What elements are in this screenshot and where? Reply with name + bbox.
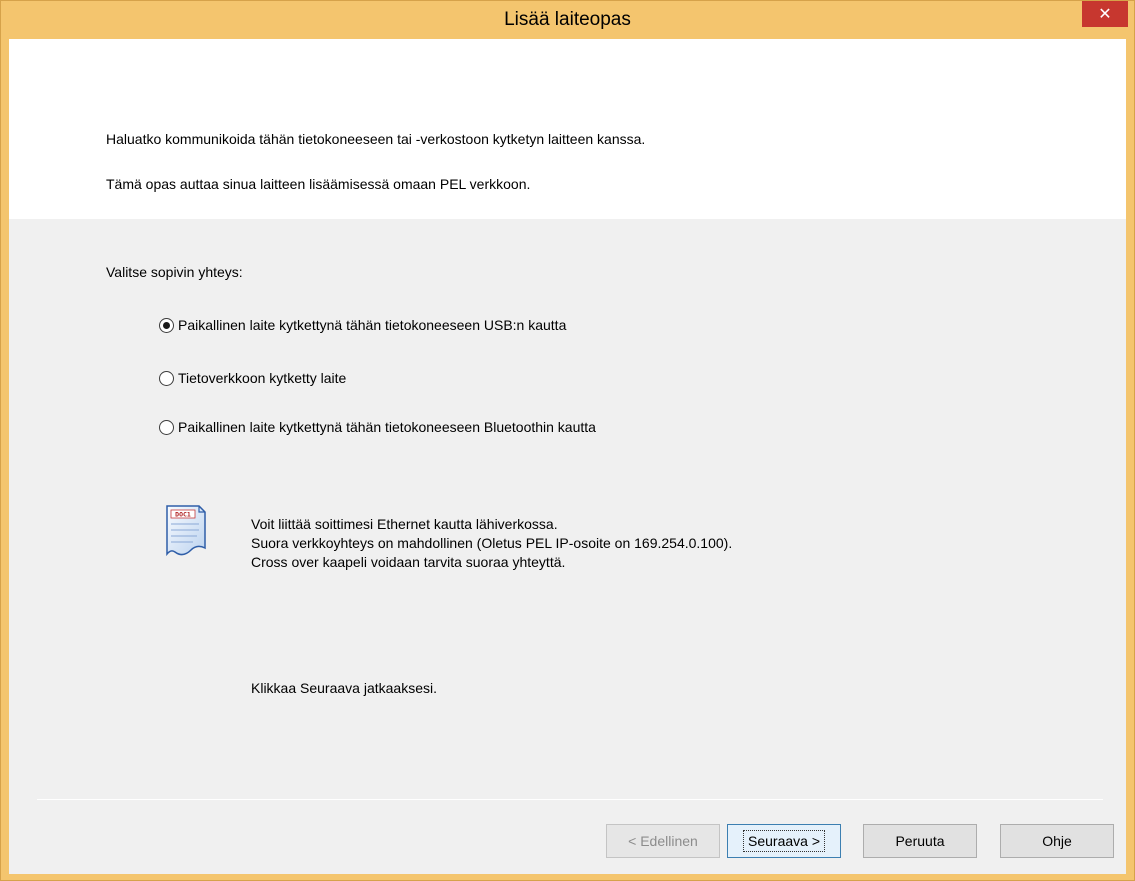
radio-label-network[interactable]: Tietoverkkoon kytketty laite [178,370,346,386]
cancel-button-label: Peruuta [895,833,945,849]
next-instruction: Klikkaa Seuraava jatkaaksesi. [251,680,437,696]
info-line-3: Cross over kaapeli voidaan tarvita suora… [251,554,566,570]
help-button[interactable]: Ohje [1000,824,1114,858]
info-line-2: Suora verkkoyhteys on mahdollinen (Oletu… [251,535,733,551]
help-button-label: Ohje [1042,833,1072,849]
back-button[interactable]: < Edellinen [606,824,720,858]
radio-option-bluetooth[interactable]: Paikallinen laite kytkettynä tähän tieto… [159,419,596,435]
header-panel: Haluatko kommunikoida tähän tietokoneese… [9,39,1126,219]
radio-option-network[interactable]: Tietoverkkoon kytketty laite [159,370,346,386]
close-button[interactable]: ✕ [1082,1,1128,27]
back-button-label: < Edellinen [628,833,698,849]
info-line-1: Voit liittää soittimesi Ethernet kautta … [251,516,558,532]
dialog-body: Haluatko kommunikoida tähän tietokoneese… [9,39,1126,874]
radio-button-network[interactable] [159,370,174,386]
next-button-label: Seuraava > [743,830,825,852]
radio-button-usb[interactable] [159,317,174,333]
radio-button-bluetooth[interactable] [159,419,174,435]
radio-label-usb[interactable]: Paikallinen laite kytkettynä tähän tieto… [178,317,566,333]
radio-label-bluetooth[interactable]: Paikallinen laite kytkettynä tähän tieto… [178,419,596,435]
title-bar[interactable]: Lisää laiteopas ✕ [1,1,1134,39]
connection-prompt: Valitse sopivin yhteys: [106,264,243,280]
intro-text-2: Tämä opas auttaa sinua laitteen lisäämis… [106,176,531,192]
next-button[interactable]: Seuraava > [727,824,841,858]
radio-selected-dot [163,321,170,329]
intro-text-1: Haluatko kommunikoida tähän tietokoneese… [106,131,646,147]
footer-separator [37,799,1103,800]
window-title: Lisää laiteopas [504,9,631,30]
document-icon-label: DOC1 [175,511,191,519]
header-separator [9,218,1103,219]
wizard-window: Lisää laiteopas ✕ Haluatko kommunikoida … [0,0,1135,881]
document-icon: DOC1 [166,505,206,557]
close-icon: ✕ [1098,6,1112,23]
radio-option-usb[interactable]: Paikallinen laite kytkettynä tähän tieto… [159,317,566,333]
cancel-button[interactable]: Peruuta [863,824,977,858]
